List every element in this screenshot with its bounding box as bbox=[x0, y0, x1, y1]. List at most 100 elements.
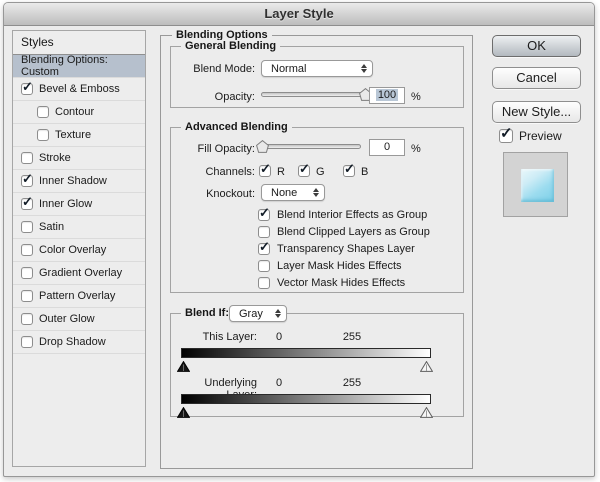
fill-opacity-input[interactable]: 0 bbox=[369, 139, 405, 156]
style-checkbox[interactable] bbox=[21, 83, 33, 95]
option-checkbox[interactable] bbox=[258, 209, 270, 221]
opacity-label: Opacity: bbox=[171, 91, 255, 103]
fill-opacity-slider[interactable] bbox=[261, 144, 361, 149]
blend-mode-value: Normal bbox=[271, 63, 306, 75]
blend-mode-select[interactable]: Normal bbox=[261, 60, 373, 77]
style-checkbox[interactable] bbox=[21, 290, 33, 302]
new-style-button[interactable]: New Style... bbox=[492, 101, 581, 123]
channels-label: Channels: bbox=[171, 166, 255, 178]
general-blending-title: General Blending bbox=[181, 40, 280, 52]
style-preview-swatch bbox=[521, 169, 554, 202]
sidebar-style-item[interactable]: Contour bbox=[13, 101, 145, 124]
window-title: Layer Style bbox=[264, 6, 333, 21]
underlying-layer-black-marker[interactable] bbox=[177, 405, 190, 416]
cancel-button[interactable]: Cancel bbox=[492, 67, 581, 89]
style-checkbox[interactable] bbox=[21, 221, 33, 233]
option-label: Blend Interior Effects as Group bbox=[277, 209, 427, 221]
channel-g-label: G bbox=[316, 166, 325, 178]
style-label: Pattern Overlay bbox=[39, 290, 115, 302]
opacity-input[interactable]: 100 bbox=[369, 87, 405, 104]
style-checkbox[interactable] bbox=[21, 175, 33, 187]
underlying-layer-max: 255 bbox=[337, 377, 367, 389]
fill-opacity-label: Fill Opacity: bbox=[171, 143, 255, 155]
sidebar-style-item[interactable]: Inner Glow bbox=[13, 193, 145, 216]
this-layer-black-marker[interactable] bbox=[177, 359, 190, 370]
style-label: Stroke bbox=[39, 152, 71, 164]
this-layer-gradient-bar[interactable] bbox=[181, 348, 431, 358]
style-checkbox[interactable] bbox=[21, 152, 33, 164]
advanced-blending-group: Advanced Blending Fill Opacity: 0 % Chan… bbox=[170, 127, 464, 293]
sidebar-style-item[interactable]: Drop Shadow bbox=[13, 331, 145, 354]
style-checkbox[interactable] bbox=[21, 244, 33, 256]
advanced-option-row[interactable]: Vector Mask Hides Effects bbox=[258, 274, 430, 291]
sidebar-style-item[interactable]: Pattern Overlay bbox=[13, 285, 145, 308]
style-checkbox[interactable] bbox=[21, 313, 33, 325]
knockout-label: Knockout: bbox=[171, 188, 255, 200]
this-layer-white-marker[interactable] bbox=[420, 359, 433, 370]
blend-if-title: Blend If: bbox=[181, 307, 233, 319]
sidebar-style-item[interactable]: Gradient Overlay bbox=[13, 262, 145, 285]
preview-checkbox[interactable] bbox=[499, 129, 513, 143]
sidebar-style-item[interactable]: Stroke bbox=[13, 147, 145, 170]
channel-r-checkbox[interactable] bbox=[259, 165, 271, 177]
stepper-arrows-icon bbox=[275, 309, 281, 318]
layer-style-dialog-stage: Layer Style Styles Blending Options: Cus… bbox=[0, 0, 600, 482]
fill-opacity-value: 0 bbox=[384, 141, 390, 153]
channel-b-label: B bbox=[361, 166, 368, 178]
knockout-select[interactable]: None bbox=[261, 184, 325, 201]
style-label: Drop Shadow bbox=[39, 336, 106, 348]
option-label: Layer Mask Hides Effects bbox=[277, 260, 402, 272]
style-checkbox[interactable] bbox=[21, 267, 33, 279]
underlying-layer-min: 0 bbox=[267, 377, 291, 389]
advanced-option-row[interactable]: Blend Clipped Layers as Group bbox=[258, 223, 430, 240]
stepper-arrows-icon bbox=[313, 188, 319, 197]
sidebar-style-item[interactable]: Outer Glow bbox=[13, 308, 145, 331]
title-bar[interactable]: Layer Style bbox=[4, 3, 594, 26]
opacity-slider[interactable] bbox=[261, 92, 365, 97]
sidebar-style-item[interactable]: Blending Options: Custom bbox=[13, 55, 145, 78]
style-label: Contour bbox=[55, 106, 94, 118]
channel-g-checkbox[interactable] bbox=[298, 165, 310, 177]
sidebar-style-item[interactable]: Satin bbox=[13, 216, 145, 239]
ok-button[interactable]: OK bbox=[492, 35, 581, 57]
sidebar-style-item[interactable]: Color Overlay bbox=[13, 239, 145, 262]
blend-mode-label: Blend Mode: bbox=[171, 63, 255, 75]
style-label: Texture bbox=[55, 129, 91, 141]
style-label: Blending Options: Custom bbox=[21, 54, 145, 78]
channel-b-checkbox[interactable] bbox=[343, 165, 355, 177]
styles-sidebar: Styles Blending Options: Custom Bevel & … bbox=[12, 30, 146, 467]
styles-header: Styles bbox=[13, 31, 145, 55]
sidebar-style-item[interactable]: Texture bbox=[13, 124, 145, 147]
this-layer-slider-block: This Layer: 0 255 bbox=[171, 328, 465, 374]
sidebar-style-item[interactable]: Inner Shadow bbox=[13, 170, 145, 193]
style-checkbox[interactable] bbox=[21, 336, 33, 348]
option-label: Blend Clipped Layers as Group bbox=[277, 226, 430, 238]
style-checkbox[interactable] bbox=[37, 129, 49, 141]
advanced-option-row[interactable]: Layer Mask Hides Effects bbox=[258, 257, 430, 274]
stepper-arrows-icon bbox=[361, 64, 367, 73]
option-label: Vector Mask Hides Effects bbox=[277, 277, 405, 289]
blend-if-select[interactable]: Gray bbox=[229, 305, 287, 322]
option-checkbox[interactable] bbox=[258, 243, 270, 255]
option-checkbox[interactable] bbox=[258, 226, 270, 238]
this-layer-label: This Layer: bbox=[171, 331, 257, 343]
style-checkbox[interactable] bbox=[37, 106, 49, 118]
option-checkbox[interactable] bbox=[258, 260, 270, 272]
this-layer-max: 255 bbox=[337, 331, 367, 343]
general-blending-group: General Blending Blend Mode: Normal Opac… bbox=[170, 46, 464, 108]
fill-opacity-slider-thumb[interactable] bbox=[256, 140, 269, 153]
option-checkbox[interactable] bbox=[258, 277, 270, 289]
sidebar-style-item[interactable]: Bevel & Emboss bbox=[13, 78, 145, 101]
preview-toggle[interactable]: Preview bbox=[499, 129, 562, 143]
preview-label: Preview bbox=[519, 129, 562, 143]
underlying-layer-white-marker[interactable] bbox=[420, 405, 433, 416]
advanced-options-list: Blend Interior Effects as Group Blend Cl… bbox=[258, 206, 430, 291]
style-label: Satin bbox=[39, 221, 64, 233]
advanced-option-row[interactable]: Transparency Shapes Layer bbox=[258, 240, 430, 257]
channel-r-label: R bbox=[277, 166, 285, 178]
underlying-layer-gradient-bar[interactable] bbox=[181, 394, 431, 404]
style-checkbox[interactable] bbox=[21, 198, 33, 210]
fill-opacity-percent: % bbox=[411, 143, 421, 155]
knockout-value: None bbox=[271, 187, 297, 199]
advanced-option-row[interactable]: Blend Interior Effects as Group bbox=[258, 206, 430, 223]
